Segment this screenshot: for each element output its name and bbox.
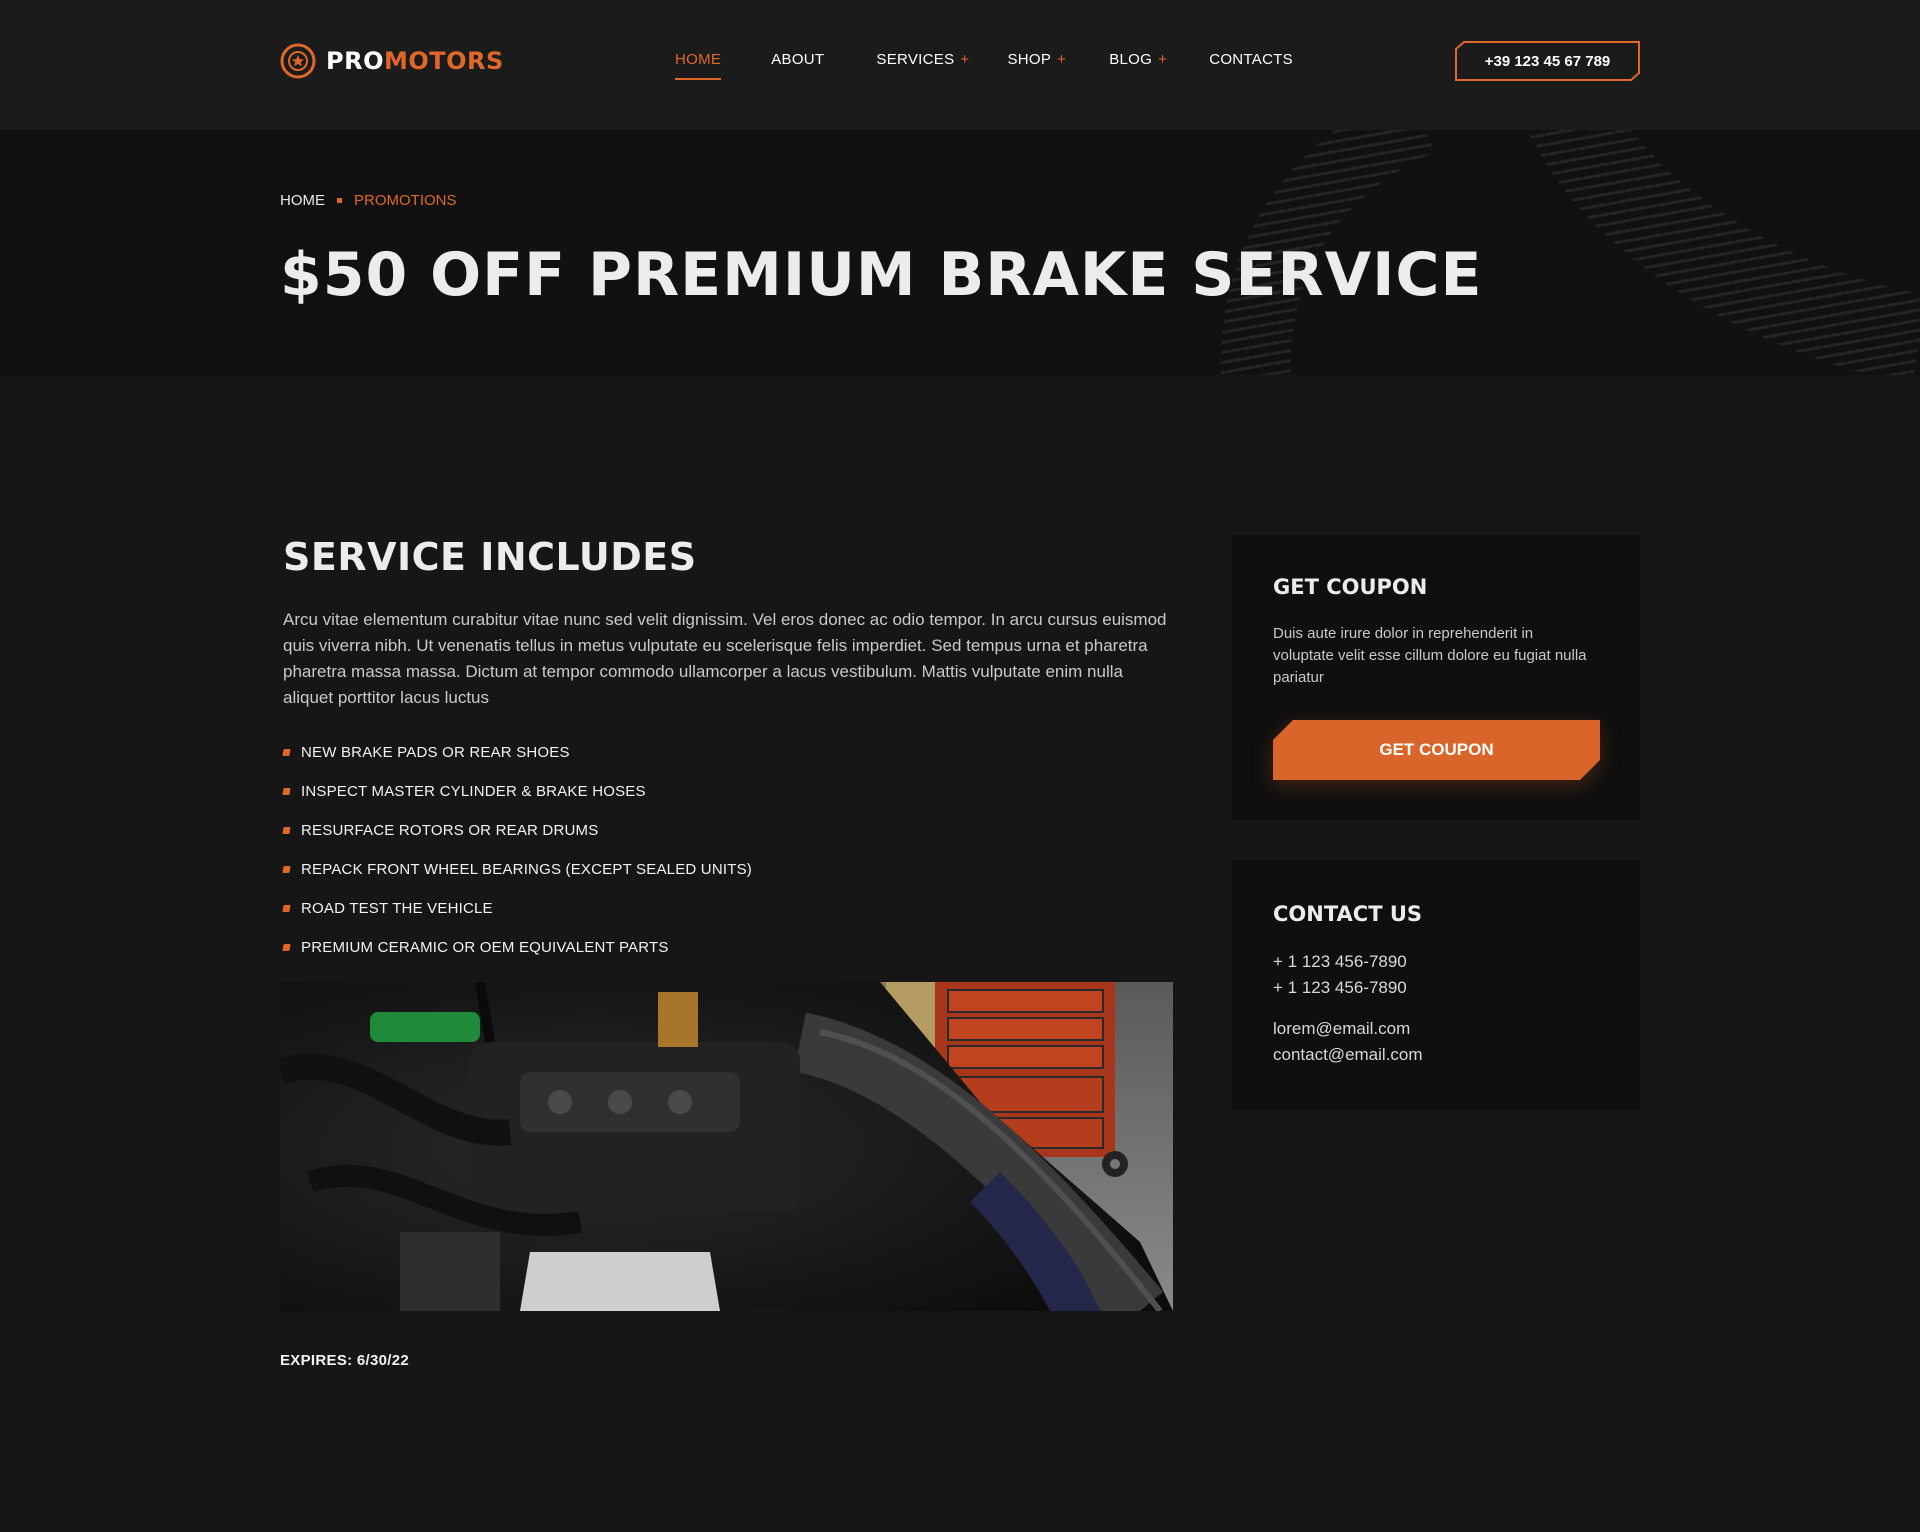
feature-item: PREMIUM CERAMIC OR OEM EQUIVALENT PARTS bbox=[282, 928, 1173, 967]
contact-card: CONTACT US + 1 123 456-7890 + 1 123 456-… bbox=[1232, 860, 1640, 1110]
feature-item: NEW BRAKE PADS OR REAR SHOES bbox=[282, 733, 1173, 772]
logo-pro-text: PRO bbox=[326, 47, 384, 75]
nav-item-about[interactable]: ABOUT bbox=[771, 50, 824, 80]
nav-item-blog[interactable]: BLOG + bbox=[1109, 50, 1167, 80]
engine-illustration bbox=[280, 982, 1173, 1311]
coupon-title: GET COUPON bbox=[1273, 575, 1428, 599]
feature-item: RESURFACE ROTORS OR REAR DRUMS bbox=[282, 811, 1173, 850]
breadcrumb-separator bbox=[337, 198, 342, 203]
feature-text: NEW BRAKE PADS OR REAR SHOES bbox=[301, 744, 570, 761]
nav-item-label: SHOP bbox=[1007, 51, 1052, 68]
nav-item-label: BLOG bbox=[1109, 51, 1153, 68]
feature-item: ROAD TEST THE VEHICLE bbox=[282, 889, 1173, 928]
site-header: PROMOTORS HOME ABOUT SERVICES + SHOP + BLOG + CO… bbox=[0, 0, 1920, 130]
nav-item-label: ABOUT bbox=[771, 51, 825, 68]
contact-phone[interactable]: + 1 123 456-7890 bbox=[1273, 952, 1407, 972]
feature-item: INSPECT MASTER CYLINDER & BRAKE HOSES bbox=[282, 772, 1173, 811]
phone-number: +39 123 45 67 789 bbox=[1484, 52, 1611, 70]
submenu-plus-icon: + bbox=[1158, 51, 1168, 68]
bullet-icon bbox=[282, 827, 291, 834]
wheel-logo-icon bbox=[280, 43, 316, 79]
coupon-text: Duis aute irure dolor in reprehenderit i… bbox=[1273, 625, 1587, 686]
nav-item-label: HOME bbox=[675, 51, 722, 68]
feature-text: REPACK FRONT WHEEL BEARINGS (EXCEPT SEAL… bbox=[301, 861, 752, 878]
section-title: SERVICE INCLUDES bbox=[283, 535, 697, 579]
feature-text: RESURFACE ROTORS OR REAR DRUMS bbox=[301, 822, 599, 839]
nav-item-label: CONTACTS bbox=[1209, 51, 1293, 68]
nav-item-contacts[interactable]: CONTACTS bbox=[1209, 50, 1293, 80]
bullet-icon bbox=[282, 944, 291, 951]
engine-bay-image bbox=[280, 982, 1173, 1311]
breadcrumb: HOME PROMOTIONS bbox=[280, 192, 457, 209]
service-features-list: NEW BRAKE PADS OR REAR SHOES INSPECT MAST… bbox=[282, 733, 1173, 967]
promotion-content: SERVICE INCLUDES Arcu vitae elementum cu… bbox=[282, 535, 1173, 967]
feature-text: INSPECT MASTER CYLINDER & BRAKE HOSES bbox=[301, 783, 646, 800]
contact-title: CONTACT US bbox=[1273, 902, 1423, 926]
contact-email[interactable]: lorem@email.com bbox=[1273, 1019, 1410, 1039]
bullet-icon bbox=[282, 788, 291, 795]
feature-text: PREMIUM CERAMIC OR OEM EQUIVALENT PARTS bbox=[301, 939, 669, 956]
contact-phone[interactable]: + 1 123 456-7890 bbox=[1273, 978, 1407, 998]
nav-item-services[interactable]: SERVICES + bbox=[876, 50, 969, 80]
submenu-plus-icon: + bbox=[1057, 51, 1067, 68]
logo[interactable]: PROMOTORS bbox=[280, 42, 504, 80]
contact-email[interactable]: contact@email.com bbox=[1273, 1045, 1423, 1065]
bullet-icon bbox=[282, 905, 291, 912]
phone-button[interactable]: +39 123 45 67 789 bbox=[1455, 41, 1640, 81]
nav-item-label: SERVICES bbox=[876, 51, 955, 68]
submenu-plus-icon: + bbox=[960, 51, 970, 68]
feature-item: REPACK FRONT WHEEL BEARINGS (EXCEPT SEAL… bbox=[282, 850, 1173, 889]
nav-item-shop[interactable]: SHOP + bbox=[1007, 50, 1066, 80]
expiration-date: EXPIRES: 6/30/22 bbox=[280, 1352, 410, 1369]
page-hero: HOME PROMOTIONS $50 OFF PREMIUM BRAKE SE… bbox=[0, 130, 1920, 375]
logo-motors-text: MOTORS bbox=[383, 47, 504, 75]
get-coupon-button[interactable]: GET COUPON bbox=[1273, 720, 1600, 780]
feature-text: ROAD TEST THE VEHICLE bbox=[301, 900, 493, 917]
intro-paragraph: Arcu vitae elementum curabitur vitae nun… bbox=[283, 610, 1167, 707]
breadcrumb-current: PROMOTIONS bbox=[354, 192, 457, 209]
breadcrumb-home-link[interactable]: HOME bbox=[280, 192, 325, 209]
bullet-icon bbox=[282, 749, 291, 756]
bullet-icon bbox=[282, 866, 291, 873]
page-title: $50 OFF PREMIUM BRAKE SERVICE bbox=[280, 240, 1483, 310]
nav-item-home[interactable]: HOME bbox=[675, 50, 722, 80]
coupon-button-label: GET COUPON bbox=[1379, 740, 1494, 759]
coupon-card: GET COUPON Duis aute irure dolor in repr… bbox=[1232, 535, 1640, 820]
main-nav: HOME ABOUT SERVICES + SHOP + BLOG + CONTACTS bbox=[675, 50, 1293, 80]
logo-text: PROMOTORS bbox=[326, 47, 504, 75]
